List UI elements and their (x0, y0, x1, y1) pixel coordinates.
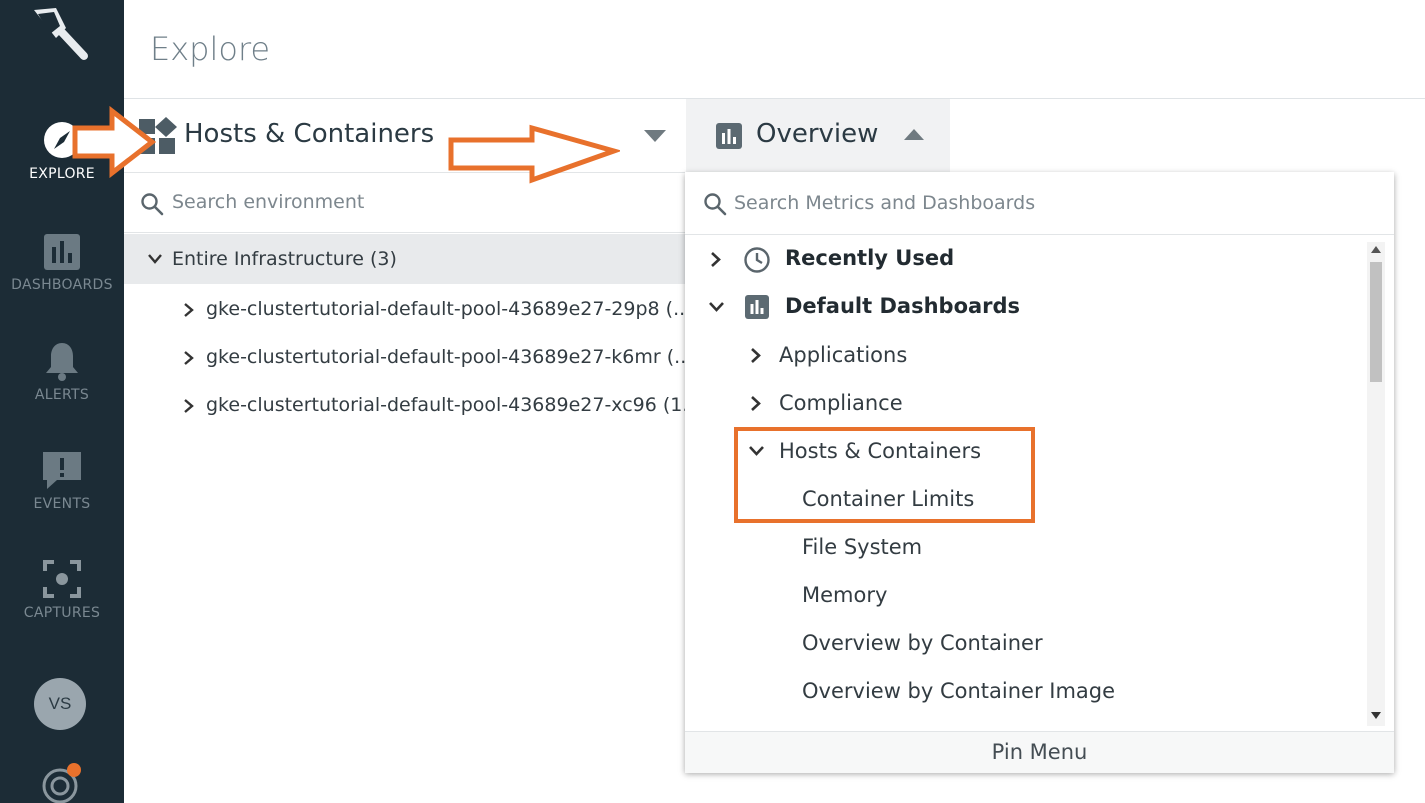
avatar[interactable]: VS (34, 678, 86, 730)
clock-icon (744, 247, 770, 273)
list-item[interactable]: gke-clustertutorial-default-pool-43689e2… (124, 381, 701, 429)
dashboard-icon (716, 123, 742, 149)
chevron-right-icon[interactable] (751, 348, 761, 363)
caret-up-icon[interactable] (903, 128, 925, 141)
page-title: Explore (150, 30, 271, 68)
metrics-search-input[interactable]: Search Metrics and Dashboards (734, 192, 1035, 214)
tree-root-row[interactable]: Entire Infrastructure (3) (124, 234, 685, 284)
chevron-right-icon[interactable] (184, 303, 194, 317)
capture-icon (43, 560, 81, 598)
nav-dashboards[interactable]: DASHBOARDS (0, 233, 124, 293)
menu-label: Applications (779, 343, 908, 367)
chevron-right-icon[interactable] (751, 396, 761, 411)
chevron-right-icon[interactable] (184, 399, 194, 413)
metrics-search[interactable]: Search Metrics and Dashboards (685, 172, 1394, 235)
highlight-box (734, 427, 1035, 523)
menu-label: Compliance (779, 391, 903, 415)
list-item[interactable]: gke-clustertutorial-default-pool-43689e2… (124, 333, 692, 381)
menu-item-memory[interactable]: Memory (802, 583, 887, 607)
search-icon (141, 193, 164, 216)
chevron-down-icon[interactable] (709, 302, 724, 312)
pin-menu-button[interactable]: Pin Menu (685, 731, 1394, 773)
menu-label: Recently Used (785, 246, 955, 270)
search-icon (704, 193, 727, 216)
nav-alerts[interactable]: ALERTS (0, 341, 124, 403)
bar-chart-icon (44, 234, 80, 270)
menu-item-applications[interactable]: Applications (685, 332, 1365, 378)
nav-alerts-label: ALERTS (34, 387, 90, 403)
tree-root-label: Entire Infrastructure (3) (172, 248, 397, 270)
nav-dashboards-label: DASHBOARDS (11, 277, 113, 293)
chevron-right-icon[interactable] (184, 351, 194, 365)
menu-item-recently-used[interactable]: Recently Used (685, 236, 1365, 282)
dashboard-icon (745, 295, 769, 319)
scroll-down-arrow-icon[interactable] (1371, 712, 1381, 719)
nav-captures-label: CAPTURES (23, 605, 101, 621)
scroll-up-arrow-icon[interactable] (1371, 246, 1381, 253)
annotation-arrow-icon (448, 124, 620, 184)
annotation-arrow-icon (72, 106, 156, 178)
overview-title: Overview (756, 119, 879, 149)
nav-events-label: EVENTS (33, 496, 91, 512)
scope-title: Hosts & Containers (184, 119, 435, 149)
tree-node-label: gke-clustertutorial-default-pool-43689e2… (206, 394, 701, 416)
shovel-logo-icon[interactable] (26, 4, 92, 64)
overview-selector[interactable]: Overview (686, 99, 950, 172)
bell-icon (46, 343, 78, 381)
nav-captures[interactable]: CAPTURES (0, 559, 124, 621)
tree-node-label: gke-clustertutorial-default-pool-43689e2… (206, 298, 692, 320)
caret-down-icon[interactable] (643, 129, 667, 143)
scrollbar-thumb[interactable] (1370, 262, 1382, 382)
menu-item-overview-by-container-image[interactable]: Overview by Container Image (802, 679, 1115, 703)
nav-events[interactable]: EVENTS (0, 450, 124, 512)
menu-item-overview-by-container[interactable]: Overview by Container (802, 631, 1043, 655)
list-item[interactable]: gke-clustertutorial-default-pool-43689e2… (124, 285, 691, 333)
tree-node-label: gke-clustertutorial-default-pool-43689e2… (206, 346, 693, 368)
exclamation-message-icon (43, 452, 81, 489)
chevron-right-icon[interactable] (711, 252, 721, 267)
menu-item-default-dashboards[interactable]: Default Dashboards (685, 284, 1365, 330)
scope-panel: Hosts & Containers Search environment En… (124, 99, 701, 803)
notification-target-icon[interactable] (40, 760, 84, 803)
environment-search-input[interactable]: Search environment (172, 191, 364, 213)
menu-label: Default Dashboards (785, 294, 1021, 318)
menu-item-file-system[interactable]: File System (802, 535, 922, 559)
chevron-down-icon[interactable] (148, 254, 162, 264)
menu-item-compliance[interactable]: Compliance (685, 380, 1365, 426)
